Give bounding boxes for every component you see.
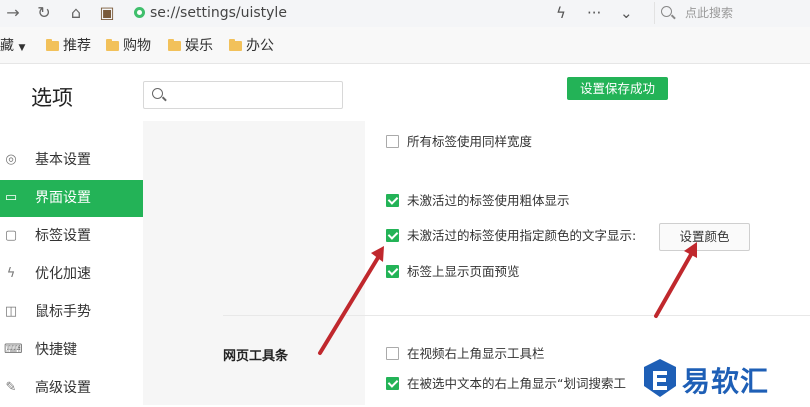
- annotation-arrows: [318, 242, 697, 355]
- watermark-logo-icon: [644, 359, 676, 397]
- red-arrow-icon: [654, 242, 697, 318]
- watermark-text: 易软汇: [682, 365, 770, 398]
- watermark-logo: 易软汇: [640, 358, 810, 405]
- red-arrow-icon: [318, 246, 384, 355]
